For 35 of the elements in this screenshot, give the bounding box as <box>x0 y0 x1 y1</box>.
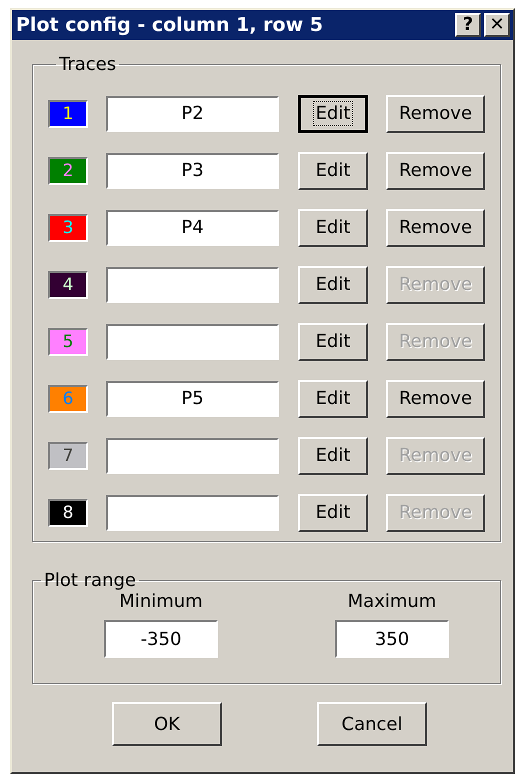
edit-button[interactable]: Edit <box>298 94 368 132</box>
trace-name-field[interactable] <box>106 324 279 360</box>
trace-name-field[interactable]: P5 <box>106 380 279 416</box>
remove-button[interactable]: Remove <box>386 94 485 132</box>
window-title: Plot config - column 1, row 5 <box>16 14 323 36</box>
ok-button[interactable]: OK <box>112 702 222 746</box>
trace-name-field[interactable]: P4 <box>106 210 279 246</box>
close-button[interactable]: ✕ <box>484 13 510 37</box>
color-swatch[interactable]: 8 <box>48 498 88 526</box>
edit-button[interactable]: Edit <box>298 494 368 532</box>
field-label: Minimum <box>119 591 203 612</box>
group-legend: Traces <box>56 54 120 75</box>
field-label: Maximum <box>348 591 436 612</box>
remove-button[interactable]: Remove <box>386 152 485 190</box>
color-swatch[interactable]: 1 <box>48 100 88 128</box>
color-swatch[interactable]: 7 <box>48 442 88 470</box>
edit-button[interactable]: Edit <box>298 152 368 190</box>
cancel-button[interactable]: Cancel <box>317 702 427 746</box>
edit-button[interactable]: Edit <box>298 322 368 360</box>
help-button[interactable]: ? <box>455 13 481 37</box>
trace-name-field[interactable] <box>106 494 279 530</box>
trace-name-field[interactable]: P2 <box>106 96 279 132</box>
range-field[interactable]: -350 <box>104 620 218 658</box>
remove-button[interactable]: Remove <box>386 208 485 246</box>
range-field[interactable]: 350 <box>335 620 449 658</box>
edit-button[interactable]: Edit <box>298 380 368 418</box>
edit-button[interactable]: Edit <box>298 266 368 304</box>
trace-name-field[interactable] <box>106 438 279 474</box>
edit-button[interactable]: Edit <box>298 436 368 474</box>
edit-button[interactable]: Edit <box>298 208 368 246</box>
color-swatch[interactable]: 4 <box>48 270 88 298</box>
remove-button[interactable]: Remove <box>386 380 485 418</box>
trace-name-field[interactable]: P3 <box>106 152 279 188</box>
group-legend: Plot range <box>41 570 139 591</box>
trace-name-field[interactable] <box>106 266 279 302</box>
